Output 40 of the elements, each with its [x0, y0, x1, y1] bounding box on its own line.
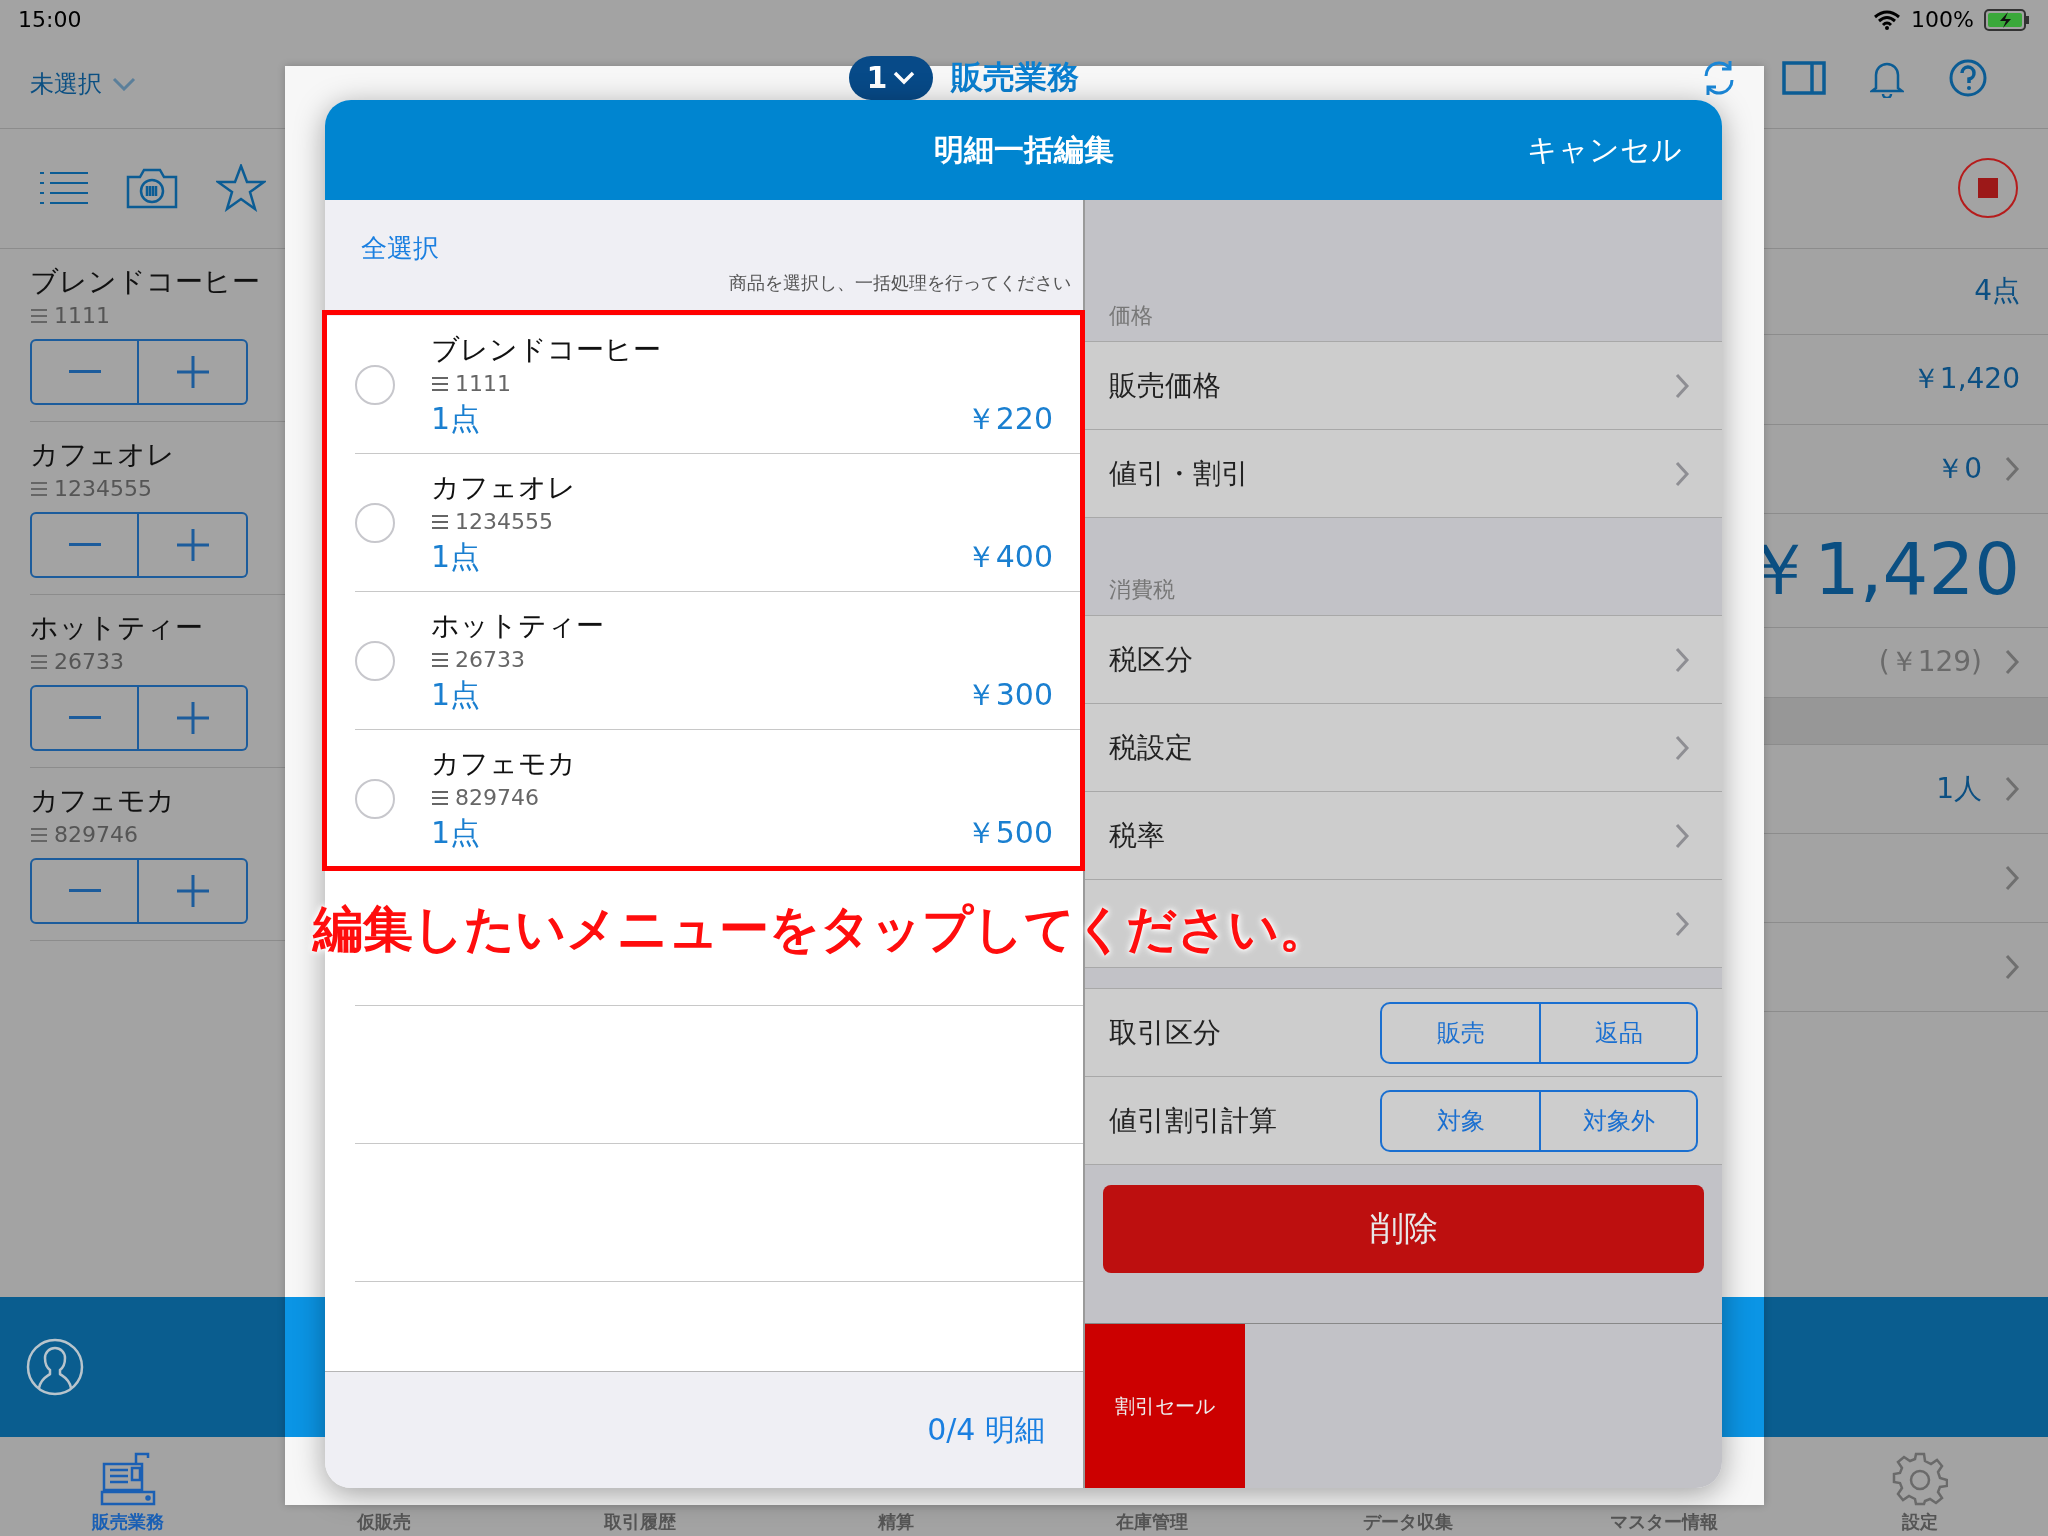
item-price: ￥300 — [965, 675, 1053, 714]
product-code: 829746 — [54, 820, 138, 849]
instruction-text: 商品を選択し、一括処理を行ってください — [729, 271, 1071, 295]
item-quantity: 1点 — [431, 813, 481, 852]
item-price: ￥500 — [965, 813, 1053, 852]
summary-value: ￥1,420 — [1911, 361, 2020, 398]
item-code: 1111 — [455, 369, 511, 398]
setting-label: 値引割引計算 — [1109, 1102, 1277, 1139]
item-quantity: 1点 — [431, 399, 481, 438]
item-name: ブレンドコーヒー — [431, 331, 662, 368]
item-code: 1234555 — [455, 507, 553, 536]
setting-label: 取引区分 — [1109, 1014, 1221, 1051]
product-name: カフェモカ — [30, 782, 176, 819]
item-name: カフェオレ — [431, 469, 577, 506]
summary-value: 1人 — [1936, 770, 1982, 807]
product-name: カフェオレ — [30, 436, 176, 473]
item-name: ホットティー — [431, 607, 605, 644]
summary-value: 4点 — [1974, 273, 2020, 310]
status-time: 15:00 — [18, 7, 82, 33]
product-code: 1234555 — [54, 474, 152, 503]
section-header: 消費税 — [1109, 576, 1175, 604]
selection-count: 0/4 明細 — [927, 1410, 1045, 1449]
battery-percentage: 100% — [1911, 7, 1974, 33]
item-code: 829746 — [455, 783, 539, 812]
item-price: ￥400 — [965, 537, 1053, 576]
annotation-text: 編集したいメニューをタップしてください。 — [313, 899, 1329, 960]
dialog-title: 明細一括編集 — [933, 130, 1114, 169]
summary-value: (￥129) — [1878, 644, 1982, 681]
product-code: 1111 — [54, 301, 110, 330]
product-code: 26733 — [54, 647, 124, 676]
item-price: ￥220 — [965, 399, 1053, 438]
item-code: 26733 — [455, 645, 525, 674]
product-name: ブレンドコーヒー — [30, 263, 261, 300]
screen-title: 販売業務 — [951, 56, 1080, 98]
product-name: ホットティー — [30, 609, 204, 646]
item-quantity: 1点 — [431, 537, 481, 576]
summary-value: ￥0 — [1936, 450, 1982, 487]
item-name: カフェモカ — [431, 745, 577, 782]
section-header: 価格 — [1109, 302, 1153, 330]
item-quantity: 1点 — [431, 675, 481, 714]
